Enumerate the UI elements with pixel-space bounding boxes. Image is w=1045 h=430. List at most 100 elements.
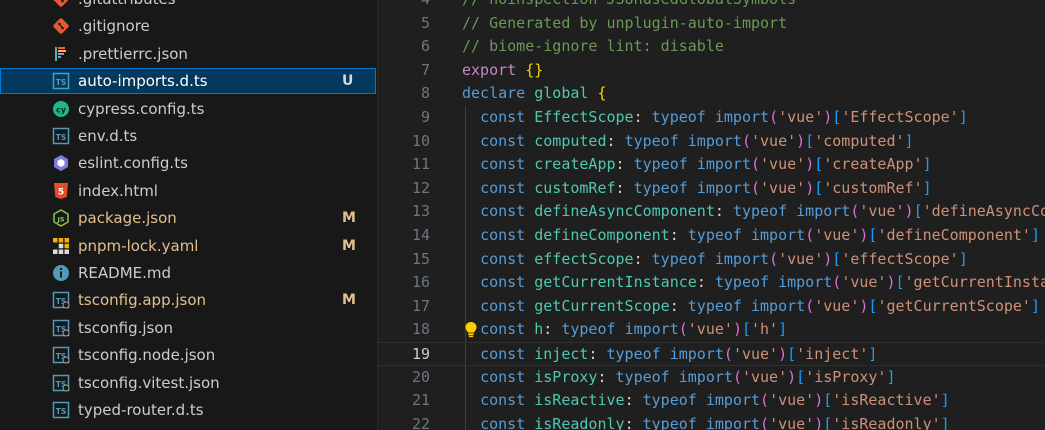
code-editor[interactable]: 4 // noinspection JSUnusedGlobalSymbols 5 /… xyxy=(378,0,1045,430)
line-number: 20 xyxy=(411,367,430,386)
typescript-definition-icon: TS xyxy=(52,401,70,419)
file-item[interactable]: cy cypress.config.ts xyxy=(0,96,376,122)
file-item[interactable]: 5 index.html xyxy=(0,178,376,204)
line-number: 16 xyxy=(411,273,430,292)
file-item[interactable]: JS package.json M xyxy=(0,205,376,231)
file-item[interactable]: TS env.d.ts xyxy=(0,123,376,149)
svg-text:JS: JS xyxy=(56,215,64,223)
tsconfig-icon: TS xyxy=(52,319,70,337)
tsconfig-icon: TS xyxy=(52,346,70,364)
code-text: // biome-ignore lint: disable xyxy=(462,37,724,56)
code-line[interactable]: 9 const EffectScope: typeof import('vue'… xyxy=(378,106,1045,130)
file-item[interactable]: TS tsconfig.json xyxy=(0,315,376,341)
lightbulb-icon[interactable] xyxy=(464,321,480,339)
file-item[interactable]: TS typed-router.d.ts xyxy=(0,397,376,423)
file-item[interactable]: TS tsconfig.app.json M xyxy=(0,287,376,313)
code-line[interactable]: 20 const isProxy: typeof import('vue')['… xyxy=(378,365,1045,390)
git-status-badge: U xyxy=(342,73,354,90)
code-text: const getCurrentInstance: typeof import(… xyxy=(480,273,1045,292)
eslint-icon xyxy=(52,154,70,172)
file-item[interactable]: pnpm-lock.yaml M xyxy=(0,233,376,259)
line-number: 17 xyxy=(411,296,430,315)
code-line[interactable]: 11 const createApp: typeof import('vue')… xyxy=(378,153,1045,177)
file-name: .gitignore xyxy=(78,17,150,36)
code-text: const getCurrentScope: typeof import('vu… xyxy=(480,296,1040,315)
code-line[interactable]: 4 // noinspection JSUnusedGlobalSymbols xyxy=(378,0,1045,12)
svg-text:cy: cy xyxy=(56,105,67,114)
line-number: 14 xyxy=(411,226,430,244)
tsconfig-icon: TS xyxy=(52,374,70,392)
file-item[interactable]: README.md xyxy=(0,260,376,286)
file-name: README.md xyxy=(78,264,172,282)
code-text: const inject: typeof import('vue')['inje… xyxy=(480,345,878,363)
line-number: 12 xyxy=(411,178,430,197)
line-number: 19 xyxy=(411,345,430,363)
git-status-badge: M xyxy=(342,210,356,227)
code-text: const createApp: typeof import('vue')['c… xyxy=(480,155,932,174)
line-number: 9 xyxy=(420,108,430,126)
code-text: const isReadonly: typeof import('vue')['… xyxy=(480,414,950,430)
file-item[interactable]: .gitignore xyxy=(0,13,376,39)
line-number: 15 xyxy=(411,249,430,268)
svg-text:TS: TS xyxy=(56,78,67,87)
file-name: .gitattributes xyxy=(78,0,176,8)
code-line[interactable]: 17 const getCurrentScope: typeof import(… xyxy=(378,294,1045,319)
code-line[interactable]: 10 const computed: typeof import('vue')[… xyxy=(378,129,1045,154)
file-name: env.d.ts xyxy=(78,127,138,145)
typescript-definition-icon: TS xyxy=(52,127,70,145)
file-item[interactable]: eslint.config.ts xyxy=(0,150,376,176)
svg-text:TS: TS xyxy=(56,407,67,416)
code-line[interactable]: 18 const h: typeof import('vue')['h'] xyxy=(378,318,1045,342)
code-text: const EffectScope: typeof import('vue')[… xyxy=(480,108,968,126)
code-line[interactable]: 6 // biome-ignore lint: disable xyxy=(378,35,1045,59)
code-line[interactable]: 21 const isReactive: typeof import('vue'… xyxy=(378,389,1045,413)
file-name: tsconfig.app.json xyxy=(78,291,207,310)
code-line[interactable]: 12 const customRef: typeof import('vue')… xyxy=(378,176,1045,201)
code-text: const defineAsyncComponent: typeof impor… xyxy=(480,202,1045,221)
git-icon xyxy=(52,17,70,35)
code-text: export {} xyxy=(462,60,544,79)
code-text: const isReactive: typeof import('vue')['… xyxy=(480,391,950,410)
code-line[interactable]: 7 export {} xyxy=(378,59,1045,83)
pnpm-icon xyxy=(52,237,70,255)
line-number: 18 xyxy=(411,320,430,339)
file-name: auto-imports.d.ts xyxy=(78,72,208,91)
cypress-icon: cy xyxy=(52,100,70,118)
code-text: const h: typeof import('vue')['h'] xyxy=(480,320,788,339)
file-name: typed-router.d.ts xyxy=(78,401,204,419)
file-name: eslint.config.ts xyxy=(78,154,188,173)
file-item[interactable]: TS tsconfig.vitest.json xyxy=(0,370,376,396)
code-line[interactable]: 16 const getCurrentInstance: typeof impo… xyxy=(378,271,1045,295)
line-number: 13 xyxy=(411,202,430,221)
code-text: const computed: typeof import('vue')['co… xyxy=(480,131,914,150)
file-name: .prettierrc.json xyxy=(78,44,188,63)
code-text: declare global { xyxy=(462,84,607,103)
file-item[interactable]: TS auto-imports.d.ts U xyxy=(0,68,376,95)
code-line[interactable]: 14 const defineComponent: typeof import(… xyxy=(378,224,1045,248)
file-name: index.html xyxy=(78,181,158,200)
line-number: 4 xyxy=(378,0,430,9)
line-number: 22 xyxy=(411,414,430,430)
nodejs-icon: JS xyxy=(52,209,70,228)
code-text: const customRef: typeof import('vue')['c… xyxy=(480,178,932,197)
line-number: 6 xyxy=(420,37,430,56)
code-line[interactable]: 8 declare global { xyxy=(378,82,1045,106)
code-line[interactable]: 22 const isReadonly: typeof import('vue'… xyxy=(378,412,1045,430)
line-number: 5 xyxy=(420,13,430,32)
file-name: tsconfig.node.json xyxy=(78,346,216,365)
code-text: // noinspection JSUnusedGlobalSymbols xyxy=(462,0,796,9)
git-status-badge: M xyxy=(342,237,356,254)
code-line[interactable]: 5 // Generated by unplugin-auto-import xyxy=(378,12,1045,36)
file-item[interactable]: TS tsconfig.node.json xyxy=(0,342,376,368)
prettier-icon xyxy=(52,45,70,63)
file-item[interactable]: .prettierrc.json xyxy=(0,41,376,67)
code-line[interactable]: 15 const effectScope: typeof import('vue… xyxy=(378,247,1045,272)
file-item[interactable]: .gitattributes xyxy=(0,0,376,12)
vscode-window: .gitattributes .gitignore .prettierrc.json… xyxy=(0,0,1045,430)
line-number: 8 xyxy=(420,84,430,103)
line-number: 10 xyxy=(411,131,430,150)
svg-text:5: 5 xyxy=(58,187,64,197)
file-name: cypress.config.ts xyxy=(78,99,205,118)
code-line[interactable]: 13 const defineAsyncComponent: typeof im… xyxy=(378,200,1045,224)
code-line[interactable]: 19 const inject: typeof import('vue')['i… xyxy=(378,342,1045,367)
